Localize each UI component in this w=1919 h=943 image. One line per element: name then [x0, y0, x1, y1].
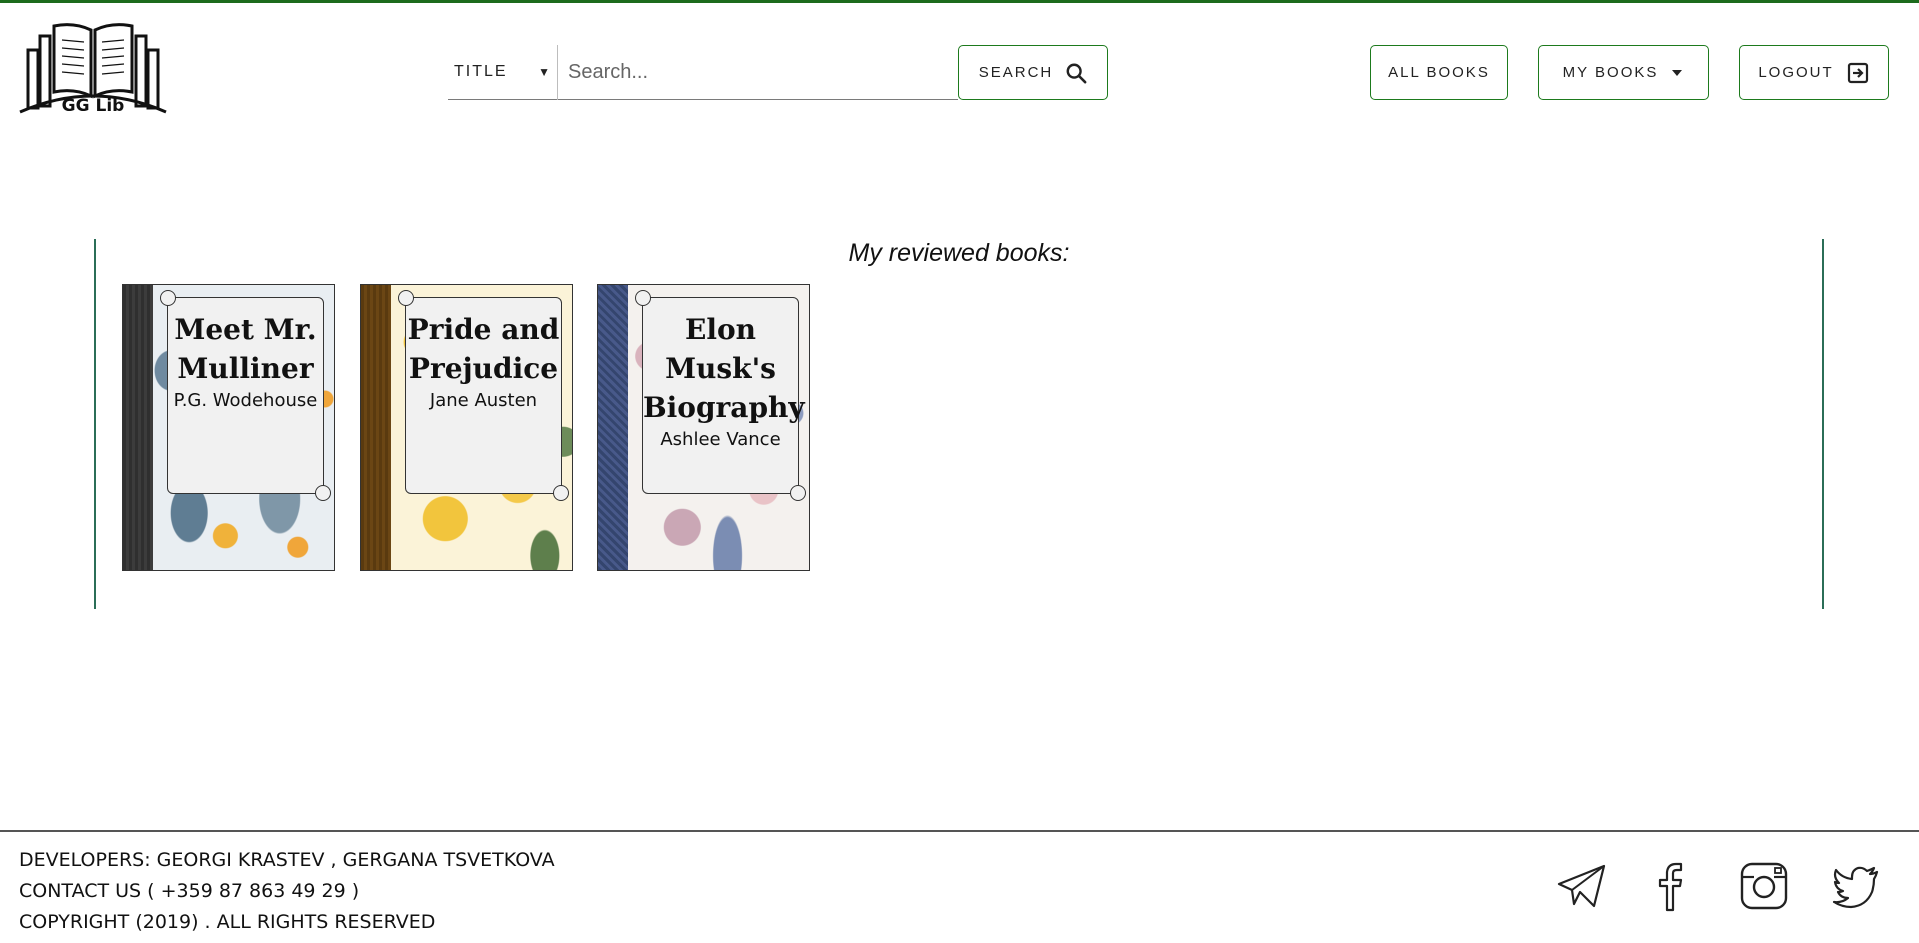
- book-title: Elon: [684, 313, 756, 346]
- book-label: Pride and Prejudice Jane Austen: [398, 290, 569, 501]
- book-card[interactable]: Elon Musk's Biography Ashlee Vance: [597, 284, 810, 571]
- logo-text: GG Lib: [61, 96, 125, 116]
- footer-developers: DEVELOPERS: GEORGI KRASTEV , GERGANA TSV…: [19, 849, 555, 871]
- caret-down-icon: ▼: [538, 65, 552, 79]
- facebook-icon: [1658, 862, 1683, 912]
- instagram-icon: [1740, 862, 1788, 910]
- logout-button[interactable]: LOGOUT: [1739, 45, 1889, 100]
- search-icon: [1066, 63, 1087, 83]
- book-title: Biography: [643, 391, 805, 424]
- logout-icon: [1847, 62, 1868, 83]
- top-accent-bar: [0, 0, 1919, 3]
- twitter-icon: [1832, 866, 1879, 909]
- book-card[interactable]: Pride and Prejudice Jane Austen: [360, 284, 573, 571]
- site-logo[interactable]: GG Lib: [18, 20, 168, 118]
- book-author: Ashlee Vance: [660, 429, 781, 450]
- instagram-link[interactable]: [1738, 860, 1790, 912]
- search-button-label: SEARCH: [978, 64, 1054, 81]
- footer-divider: [0, 830, 1919, 832]
- my-books-label: MY BOOKS: [1562, 64, 1659, 81]
- search-input[interactable]: [558, 45, 958, 100]
- book-author: P.G. Wodehouse: [173, 390, 318, 411]
- telegram-link[interactable]: [1556, 860, 1608, 912]
- logout-label: LOGOUT: [1758, 64, 1834, 81]
- book-title: Mulliner: [177, 352, 314, 385]
- search-button[interactable]: SEARCH: [958, 45, 1108, 100]
- book-title: Prejudice: [408, 352, 559, 385]
- book-card[interactable]: Meet Mr. Mulliner P.G. Wodehouse: [122, 284, 335, 571]
- book-title: Meet Mr.: [174, 313, 317, 346]
- book-spine: [361, 285, 391, 570]
- all-books-label: ALL BOOKS: [1388, 64, 1490, 81]
- search-field-selected: TITLE: [454, 63, 508, 80]
- reviewed-books-panel: My reviewed books: Meet Mr. Mulliner P.G…: [94, 239, 1824, 609]
- book-author: Jane Austen: [429, 390, 538, 411]
- book-title: Pride and: [407, 313, 560, 346]
- twitter-link[interactable]: [1830, 860, 1882, 912]
- my-books-dropdown[interactable]: MY BOOKS: [1538, 45, 1709, 100]
- search-field-select[interactable]: TITLE ▼: [448, 45, 558, 100]
- panel-title: My reviewed books:: [848, 239, 1070, 267]
- telegram-icon: [1557, 864, 1606, 908]
- book-spine: [123, 285, 153, 570]
- book-spine: [598, 285, 628, 570]
- caret-down-icon: [1672, 69, 1683, 76]
- footer-copyright: COPYRIGHT (2019) . ALL RIGHTS RESERVED: [19, 911, 436, 933]
- book-label: Meet Mr. Mulliner P.G. Wodehouse: [160, 290, 331, 501]
- book-label: Elon Musk's Biography Ashlee Vance: [635, 290, 806, 501]
- all-books-button[interactable]: ALL BOOKS: [1370, 45, 1508, 100]
- facebook-link[interactable]: [1646, 860, 1698, 912]
- book-title: Musk's: [665, 352, 776, 385]
- footer-contact: CONTACT US ( +359 87 863 49 29 ): [19, 880, 360, 902]
